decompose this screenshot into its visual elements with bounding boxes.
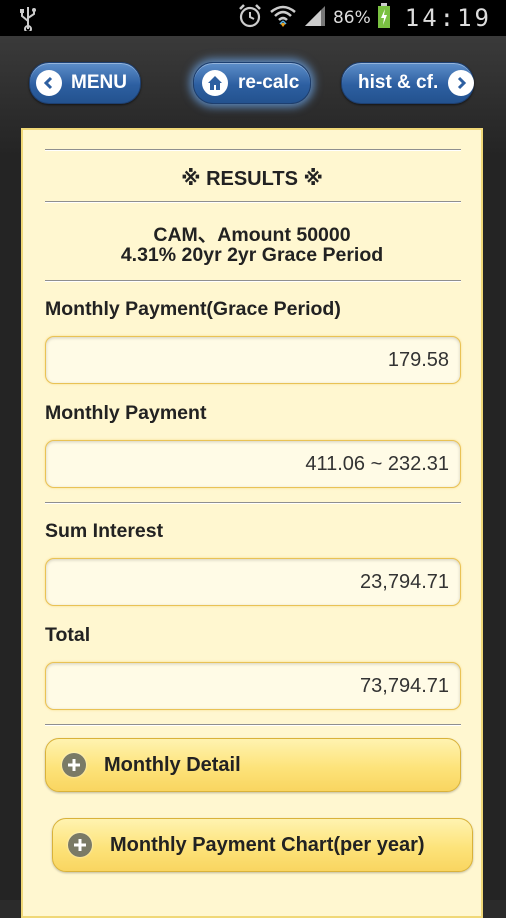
grace-payment-label: Monthly Payment(Grace Period) (45, 298, 341, 320)
divider (45, 149, 461, 151)
signal-icon (303, 4, 327, 33)
results-title: ※ RESULTS ※ (181, 168, 323, 190)
recalc-button[interactable]: re-calc (193, 62, 311, 104)
wifi-icon (269, 3, 297, 34)
battery-percent: 86% (332, 8, 371, 28)
menu-button-label: MENU (71, 72, 127, 93)
divider (45, 201, 461, 203)
menu-button[interactable]: MENU (29, 62, 141, 104)
plus-icon (62, 753, 86, 777)
alarm-icon (237, 3, 263, 34)
back-arrow-icon (36, 70, 62, 96)
monthly-detail-label: Monthly Detail (104, 753, 241, 776)
total-value: 73,794.71 (45, 662, 461, 710)
results-panel: ※ RESULTS ※ CAM、Amount 50000 4.31% 20yr … (21, 128, 483, 918)
history-button-label: hist & cf. (358, 72, 439, 93)
monthly-detail-toggle[interactable]: Monthly Detail (45, 738, 461, 792)
clock: 14:19 (404, 4, 492, 32)
status-bar: 86% 14:19 (0, 0, 506, 36)
divider (45, 724, 461, 726)
divider (45, 280, 461, 282)
monthly-payment-chart-label: Monthly Payment Chart(per year) (110, 833, 425, 856)
summary-line-1: CAM、Amount 50000 (153, 224, 351, 246)
plus-icon (68, 833, 92, 857)
history-compare-button[interactable]: hist & cf. (341, 62, 475, 104)
monthly-payment-chart-toggle[interactable]: Monthly Payment Chart(per year) (52, 818, 473, 872)
sum-interest-value: 23,794.71 (45, 558, 461, 606)
monthly-payment-label: Monthly Payment (45, 402, 207, 424)
recalc-button-label: re-calc (238, 72, 300, 93)
divider (45, 502, 461, 504)
monthly-payment-value: 411.06 ~ 232.31 (45, 440, 461, 488)
home-icon (202, 70, 228, 96)
usb-icon (18, 5, 38, 36)
grace-payment-value: 179.58 (45, 336, 461, 384)
sum-interest-label: Sum Interest (45, 520, 164, 542)
battery-charging-icon (377, 2, 391, 34)
summary-line-2: 4.31% 20yr 2yr Grace Period (120, 244, 384, 266)
total-label: Total (45, 624, 91, 646)
forward-arrow-icon (448, 70, 475, 96)
